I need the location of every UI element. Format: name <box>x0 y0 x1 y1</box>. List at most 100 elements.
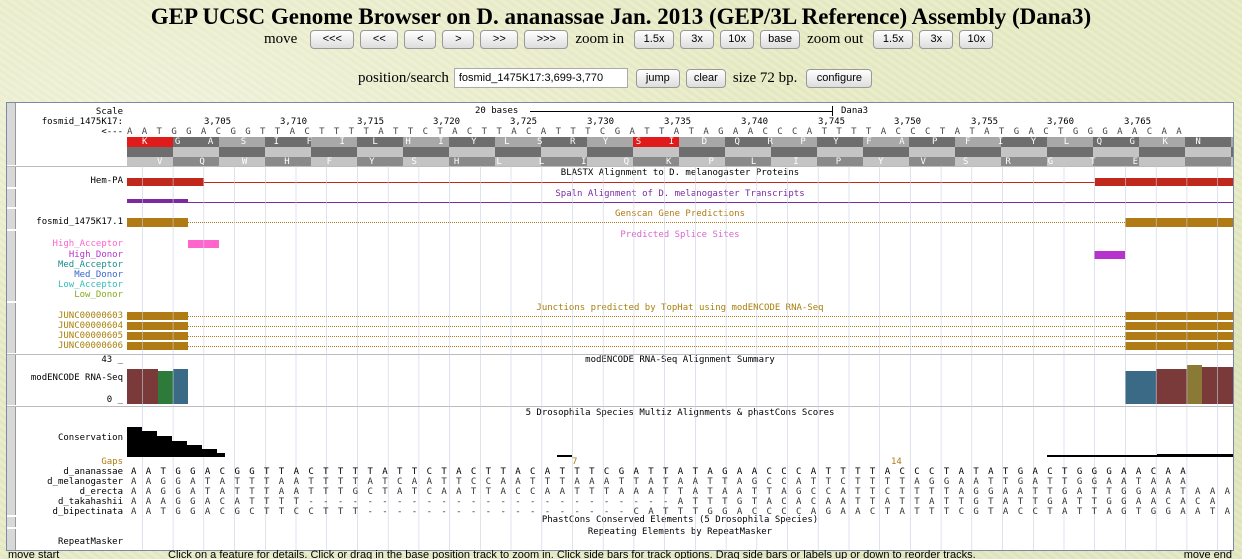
rnaseq-bar[interactable] <box>158 371 173 404</box>
page-title: GEP UCSC Genome Browser on D. ananassae … <box>150 4 1092 29</box>
splice-label-high-donor[interactable]: High_Donor <box>7 250 123 260</box>
footer: move start Click on a feature for detail… <box>0 549 1242 559</box>
move-left-far-button[interactable]: <<< <box>310 30 355 49</box>
rnaseq-min-label: 0 _ <box>106 395 123 405</box>
ruler-tick-label: 3,705 <box>204 117 232 127</box>
position-row: position/search fosmid_1475K17:3,699-3,7… <box>358 68 875 88</box>
zoom-in-10x-button[interactable]: 10x <box>720 30 755 49</box>
zoom-out-1-5x-button[interactable]: 1.5x <box>873 30 914 49</box>
conservation-label[interactable]: Conservation <box>7 433 123 443</box>
ruler-tick-label: 3,740 <box>741 117 769 127</box>
junction-605[interactable] <box>127 332 1233 340</box>
genscan-feature-left[interactable] <box>127 218 188 227</box>
junction-label-603[interactable]: JUNC00000603 <box>7 311 123 321</box>
conservation-bar <box>127 427 142 457</box>
aa-bottom-letters: VQWHFYSHLLIQKPLIPYVSRGTE <box>157 157 1176 167</box>
clear-button[interactable]: clear <box>685 68 726 88</box>
alignment-ananassae: AATGGACGGTTACTTTTATTCTACTTACATTTCGATTATA… <box>131 467 1196 477</box>
nav-row: move <<< << < > >> >>> zoom in 1.5x 3x 1… <box>264 30 996 49</box>
zoom-out-10x-button[interactable]: 10x <box>959 30 994 49</box>
move-end-label[interactable]: move end <box>1184 549 1232 559</box>
alignment-erecta: AAGGATATTTAATTTGCTATCAATTACCAATTTAAATTAT… <box>131 487 1234 497</box>
zoom-base-button[interactable]: base <box>760 30 801 49</box>
scale-bar-text: 20 bases <box>475 106 519 116</box>
rnaseq-max-label: 43 _ <box>101 355 123 365</box>
repeatmasker-label[interactable]: RepeatMasker <box>7 537 123 547</box>
rnaseq-bar[interactable] <box>173 369 188 404</box>
zoom-in-3x-button[interactable]: 3x <box>680 30 715 49</box>
conservation-bar <box>157 436 172 457</box>
position-label: position/search <box>358 69 449 86</box>
conservation-bar <box>142 431 157 457</box>
ruler-tick-label: 3,730 <box>587 117 615 127</box>
junction-label-604[interactable]: JUNC00000604 <box>7 321 123 331</box>
junction-606[interactable] <box>127 342 1233 350</box>
blastx-feature-right[interactable] <box>1095 178 1233 186</box>
aa-top-letters: KGASIFILHIYLSRYSIDQRPYFAPFIYLQGKN <box>142 137 1229 147</box>
genscan-intron-line <box>188 222 1125 223</box>
gap-marker: 14 <box>891 457 902 467</box>
alignment-takahashii: AAAGGACATTTT-------------------------ATT… <box>131 497 1225 507</box>
rnaseq-track-label[interactable]: modENCODE RNA-Seq <box>7 373 123 383</box>
rnaseq-bar[interactable] <box>1125 371 1156 404</box>
conservation-bar <box>202 449 217 457</box>
zoom-out-label: zoom out <box>807 31 864 47</box>
ruler-tick-label: 3,735 <box>664 117 692 127</box>
zoom-out-3x-button[interactable]: 3x <box>919 30 954 49</box>
scale-bar-line <box>530 111 832 112</box>
move-right-button[interactable]: > <box>442 30 475 49</box>
rnaseq-bar[interactable] <box>1187 365 1202 404</box>
species-label-takahashii[interactable]: d_takahashii <box>7 497 123 507</box>
move-right-far-button[interactable]: >>> <box>524 30 569 49</box>
splice-site-high-acceptor[interactable] <box>188 240 219 248</box>
configure-button[interactable]: configure <box>806 68 873 88</box>
browser-track-panel[interactable]: Scale fosmid_1475K17: <--- Hem-PA fosmid… <box>6 102 1234 551</box>
move-right-mid-button[interactable]: >> <box>480 30 519 49</box>
species-label-melanogaster[interactable]: d_melanogaster <box>7 477 123 487</box>
strand-arrow-label: <--- <box>101 127 123 137</box>
splice-label-low-acceptor[interactable]: Low_Acceptor <box>7 280 123 290</box>
junction-label-605[interactable]: JUNC00000605 <box>7 331 123 341</box>
junction-604[interactable] <box>127 322 1233 330</box>
move-left-mid-button[interactable]: << <box>360 30 399 49</box>
move-start-label[interactable]: move start <box>8 549 59 559</box>
hem-pa-label[interactable]: Hem-PA <box>7 176 123 186</box>
junction-label-606[interactable]: JUNC00000606 <box>7 341 123 351</box>
position-search-input[interactable]: fosmid_1475K17:3,699-3,770 <box>453 68 628 88</box>
repeatmasker-track-title: Repeating Elements by RepeatMasker <box>587 527 773 537</box>
splice-label-med-acceptor[interactable]: Med_Acceptor <box>7 260 123 270</box>
genscan-feature-right[interactable] <box>1125 218 1233 227</box>
rnaseq-bar[interactable] <box>127 369 158 404</box>
splice-label-med-donor[interactable]: Med_Donor <box>7 270 123 280</box>
genscan-item-label[interactable]: fosmid_1475K17.1 <box>7 217 123 227</box>
move-left-button[interactable]: < <box>404 30 437 49</box>
splice-label-low-donor[interactable]: Low_Donor <box>7 290 123 300</box>
jump-button[interactable]: jump <box>635 68 680 88</box>
spaln-track-title: Spaln Alignment of D. melanogaster Trans… <box>555 189 805 199</box>
splice-label-high-acceptor[interactable]: High_Acceptor <box>7 239 123 249</box>
species-label-erecta[interactable]: d_erecta <box>7 487 123 497</box>
genscan-track-title: Genscan Gene Predictions <box>614 209 746 219</box>
spaln-intron-line <box>127 202 1233 203</box>
side-bar-phastcons[interactable] <box>7 517 16 527</box>
blastx-feature-left[interactable] <box>127 178 204 186</box>
splice-site-high-donor[interactable] <box>1094 251 1125 259</box>
aa-translation-middle <box>127 147 1233 157</box>
species-label-ananassae[interactable]: d_ananassae <box>7 467 123 477</box>
assembly-label: Dana3 <box>841 106 869 116</box>
rnaseq-track-title: modENCODE RNA-Seq Alignment Summary <box>585 355 775 365</box>
conservation-plot[interactable] <box>127 427 1233 457</box>
conservation-bar <box>557 455 572 457</box>
species-label-bipectinata[interactable]: d_bipectinata <box>7 507 123 517</box>
ruler-tick-label: 3,710 <box>280 117 308 127</box>
zoom-in-1-5x-button[interactable]: 1.5x <box>634 30 675 49</box>
multiz-track-title: 5 Drosophila Species Multiz Alignments &… <box>525 408 835 418</box>
alignment-bipectinata: AATGGACGCTTCCTTT------------------CATTTG… <box>131 507 1234 517</box>
junction-603[interactable] <box>127 312 1233 320</box>
rnaseq-bar[interactable] <box>1156 369 1187 404</box>
track-separator <box>7 406 1233 407</box>
side-bar-spaln[interactable] <box>7 189 16 207</box>
help-text: Click on a feature for details. Click or… <box>168 549 976 559</box>
rnaseq-bar[interactable] <box>1202 367 1233 404</box>
alignment-melanogaster: AAGGATATTTAATTTTATCAATTCCAATTTAAATTATAAT… <box>131 477 1196 487</box>
